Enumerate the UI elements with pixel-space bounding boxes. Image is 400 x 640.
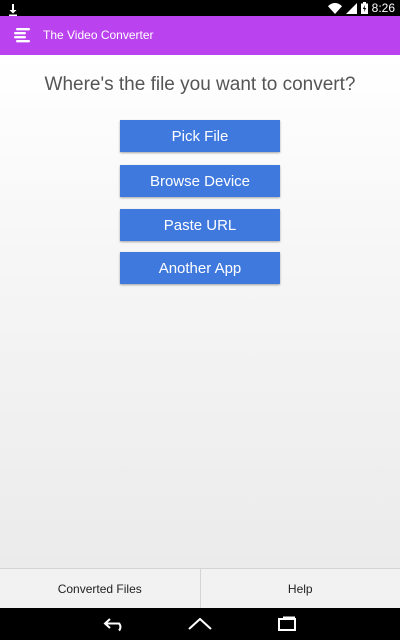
- bottom-bar: Converted Files Help: [0, 568, 400, 608]
- clock: 8:26: [371, 1, 395, 15]
- pick-file-button[interactable]: Pick File: [120, 120, 280, 152]
- converted-files-tab[interactable]: Converted Files: [0, 569, 200, 608]
- wifi-icon: [327, 0, 342, 18]
- app-title: The Video Converter: [43, 28, 154, 42]
- main-content: Where's the file you want to convert? Pi…: [0, 55, 400, 568]
- navigation-bar: [0, 608, 400, 640]
- app-logo-icon[interactable]: [13, 26, 33, 46]
- recent-apps-icon[interactable]: [274, 616, 300, 632]
- home-icon[interactable]: [187, 616, 213, 632]
- status-bar: 8:26: [0, 0, 400, 16]
- battery-charging-icon: [360, 0, 368, 18]
- paste-url-button[interactable]: Paste URL: [120, 209, 280, 241]
- back-icon[interactable]: [102, 616, 128, 632]
- another-app-button[interactable]: Another App: [120, 252, 280, 284]
- app-bar: The Video Converter: [0, 16, 400, 55]
- status-icons: 8:26: [327, 0, 395, 18]
- page-heading: Where's the file you want to convert?: [44, 74, 356, 95]
- browse-device-button[interactable]: Browse Device: [120, 165, 280, 197]
- help-tab[interactable]: Help: [199, 569, 400, 608]
- signal-icon: [345, 0, 357, 18]
